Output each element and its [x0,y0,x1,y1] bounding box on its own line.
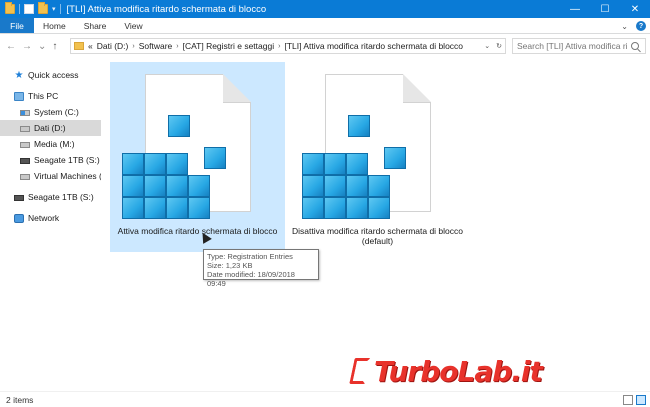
breadcrumb-item[interactable]: [TLI] Attiva modifica ritardo schermata … [284,41,463,51]
recent-locations-button[interactable]: ⌄ [38,41,46,52]
tab-share[interactable]: Share [75,18,116,33]
sidebar-item-quick-access[interactable]: ★ Quick access [0,67,101,83]
file-item[interactable]: Attiva modifica ritardo schermata di blo… [110,62,285,252]
sidebar-item-system-c[interactable]: System (C:) [0,104,101,120]
address-controls: ⌄ ↻ [484,39,502,53]
sidebar-item-virtual-machines[interactable]: Virtual Machines (V: [0,168,101,184]
customize-toolbar-icon[interactable]: ▾ [52,5,56,13]
sidebar-item-label: Seagate 1TB (S:) [34,155,100,165]
up-button[interactable]: ↑ [52,41,57,52]
sidebar-item-seagate-s[interactable]: Seagate 1TB (S:) [0,152,101,168]
ribbon-tabs: File Home Share View ⌄ ? [0,18,650,34]
sidebar-item-label: Seagate 1TB (S:) [28,192,94,202]
breadcrumb-item[interactable]: [CAT] Registri e settaggi [183,41,275,51]
drive-icon [20,110,30,116]
chevron-right-icon[interactable]: › [278,43,280,50]
new-folder-icon[interactable] [38,2,48,14]
file-item[interactable]: Disattiva modifica ritardo schermata di … [290,62,465,252]
breadcrumb-item[interactable]: Dati (D:) [97,41,129,51]
close-button[interactable]: ✕ [620,0,650,18]
maximize-button[interactable]: ☐ [590,0,620,18]
registry-file-icon [122,74,251,219]
back-button[interactable]: ← [6,41,16,52]
file-info-tooltip: Type: Registration Entries Size: 1,23 KB… [203,249,319,288]
sidebar-item-dati-d[interactable]: Dati (D:) [0,120,101,136]
window-title: [TLI] Attiva modifica ritardo schermata … [66,3,267,15]
search-input[interactable] [517,41,627,51]
drive-icon [20,174,30,180]
details-view-icon[interactable] [623,395,633,405]
forward-button[interactable]: → [22,41,32,52]
tooltip-date-modified: Date modified: 18/09/2018 09:49 [207,270,295,288]
drive-icon [20,142,30,148]
network-icon [14,213,24,223]
navigation-pane: ★ Quick access This PC System (C:) Dati … [0,58,102,391]
item-count: 2 items [6,394,34,405]
sidebar-item-label: Media (M:) [34,139,75,149]
chevron-down-icon[interactable]: ⌄ [484,42,490,50]
breadcrumb-item[interactable]: Software [139,41,173,51]
folder-icon [74,42,84,50]
sidebar-item-label: Quick access [28,70,79,80]
drive-icon [20,126,30,132]
sidebar-item-label: Network [28,213,60,223]
sidebar-item-seagate-s-root[interactable]: Seagate 1TB (S:) [0,189,101,205]
tooltip-size: Size: 1,23 KB [207,261,253,270]
quick-access-toolbar: ▾ [0,0,61,18]
sidebar-item-label: Virtual Machines (V: [34,171,101,181]
tab-file[interactable]: File [0,18,34,33]
large-icons-view-icon[interactable] [636,395,646,405]
status-bar: 2 items [0,391,650,407]
tooltip-type: Type: Registration Entries [207,252,293,261]
file-list: Attiva modifica ritardo schermata di blo… [104,58,650,391]
toolbar-separator [19,4,20,14]
ribbon-right-controls: ⌄ ? [621,18,646,34]
tab-home[interactable]: Home [34,18,75,33]
sidebar-item-label: Dati (D:) [34,123,66,133]
minimize-button[interactable]: — [560,0,590,18]
star-icon: ★ [14,69,24,81]
turbolab-logo-icon [349,358,371,384]
sidebar-item-this-pc[interactable]: This PC [0,88,101,104]
computer-icon [14,91,24,101]
chevron-right-icon[interactable]: › [132,43,134,50]
address-bar[interactable]: « Dati (D:) › Software › [CAT] Registri … [70,38,506,54]
properties-icon[interactable] [24,4,34,14]
sidebar-item-label: System (C:) [34,107,79,117]
help-icon[interactable]: ? [636,21,646,31]
registry-file-icon [302,74,431,219]
refresh-icon[interactable]: ↻ [496,42,502,50]
chevron-right-icon[interactable]: › [176,43,178,50]
usb-drive-icon [20,158,30,164]
turbolab-watermark: TurboLab.it [349,350,584,392]
watermark-text: TurboLab.it [374,354,543,388]
tab-view[interactable]: View [115,18,151,33]
title-bar: ▾ [TLI] Attiva modifica ritardo schermat… [0,0,650,18]
search-box[interactable] [512,38,646,54]
sidebar-item-media-m[interactable]: Media (M:) [0,136,101,152]
expand-ribbon-icon[interactable]: ⌄ [621,22,628,31]
usb-drive-icon [14,195,24,201]
folder-icon[interactable] [5,2,15,14]
view-switcher [623,395,646,405]
breadcrumb-overflow[interactable]: « [88,41,93,51]
navigation-buttons: ← → ⌄ ↑ [0,41,57,52]
search-icon[interactable] [631,42,639,50]
toolbar-separator [59,4,61,14]
file-name: Disattiva modifica ritardo schermata di … [291,226,463,246]
sidebar-item-network[interactable]: Network [0,210,101,226]
sidebar-item-label: This PC [28,91,59,101]
window-controls: — ☐ ✕ [560,0,650,18]
address-row: ← → ⌄ ↑ « Dati (D:) › Software › [CAT] R… [0,34,650,58]
